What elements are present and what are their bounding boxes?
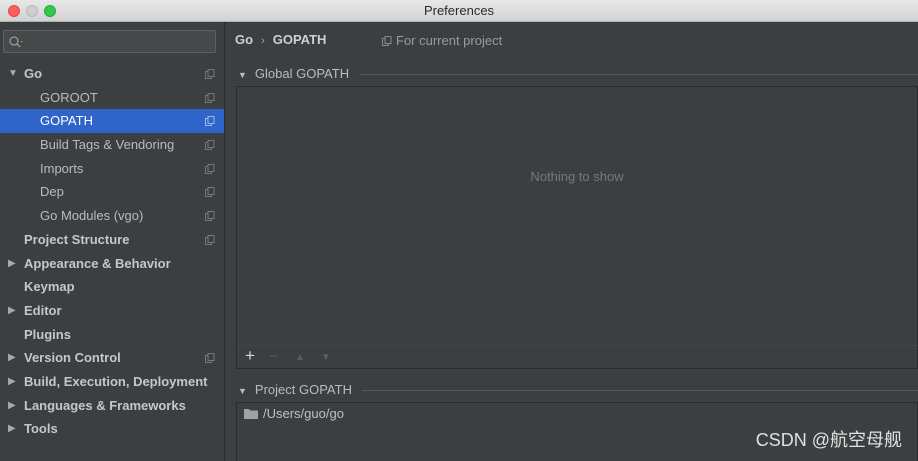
- gopath-entry[interactable]: /Users/guo/go: [244, 406, 344, 421]
- tree-item-label: Go: [24, 66, 43, 81]
- tree-item-editor[interactable]: ▶ Editor: [0, 299, 224, 323]
- empty-state-text: Nothing to show: [530, 169, 624, 184]
- tree-item-label: Plugins: [24, 326, 71, 342]
- tree-item-goroot[interactable]: GOROOT: [0, 86, 224, 110]
- tree-item-label: Go Modules (vgo): [40, 208, 144, 224]
- tree-item-label: Appearance & Behavior: [24, 255, 171, 271]
- global-gopath-header[interactable]: ▼ Global GOPATH: [238, 66, 349, 84]
- project-scope-icon: [205, 211, 215, 222]
- tree-item-keymap[interactable]: Keymap: [0, 275, 224, 299]
- section-divider: [362, 390, 918, 391]
- global-gopath-list[interactable]: Nothing to show: [236, 86, 918, 346]
- project-scope-icon: [205, 69, 215, 79]
- tree-item-appearance[interactable]: ▶ Appearance & Behavior: [0, 252, 224, 276]
- expanded-arrow-icon[interactable]: ▼: [238, 386, 247, 396]
- move-down-icon[interactable]: ▼: [321, 352, 331, 363]
- project-scope-icon: [205, 163, 215, 174]
- tree-item-gopath[interactable]: GOPATH: [0, 109, 224, 134]
- tree-item-label: Build Tags & Vendoring: [40, 137, 175, 153]
- expanded-arrow-icon[interactable]: ▼: [8, 62, 18, 86]
- folder-icon: [244, 409, 258, 419]
- scope-note: For current project: [382, 33, 502, 48]
- search-input[interactable]: [3, 30, 216, 53]
- collapsed-arrow-icon[interactable]: ▶: [8, 370, 16, 394]
- gopath-toolbar: + − ▲ ▼: [236, 345, 918, 369]
- breadcrumb-parent[interactable]: Go: [235, 32, 253, 47]
- window-title: Preferences: [423, 3, 495, 18]
- breadcrumb: Go › GOPATH: [235, 32, 326, 47]
- settings-content: Go › GOPATH For current project ▼ Global GO…: [226, 22, 918, 461]
- tree-item-label: Keymap: [24, 279, 75, 295]
- settings-tree: ▼ Go GOROOT GOPATH Build Tags & Vendorin…: [0, 62, 224, 441]
- project-scope-icon: [205, 234, 215, 245]
- tree-item-label: Editor: [24, 302, 62, 318]
- settings-sidebar: ▼ Go GOROOT GOPATH Build Tags & Vendorin…: [0, 22, 225, 461]
- collapsed-arrow-icon[interactable]: ▶: [8, 252, 16, 276]
- watermark: CSDN @航空母舰: [755, 430, 902, 450]
- remove-icon[interactable]: −: [269, 348, 278, 365]
- tree-item-label: GOROOT: [40, 89, 98, 105]
- tree-item-label: Languages & Frameworks: [24, 397, 186, 413]
- scope-label: For current project: [396, 33, 503, 48]
- tree-item-imports[interactable]: Imports: [0, 157, 224, 181]
- move-up-icon[interactable]: ▲: [295, 352, 305, 363]
- expanded-arrow-icon[interactable]: ▼: [238, 70, 247, 80]
- tree-item-dep[interactable]: Dep: [0, 180, 224, 204]
- collapsed-arrow-icon[interactable]: ▶: [8, 346, 16, 370]
- add-icon[interactable]: +: [245, 346, 255, 366]
- gopath-entry-label: /Users/guo/go: [263, 406, 344, 421]
- project-scope-icon: [205, 353, 215, 364]
- project-scope-icon: [205, 92, 215, 103]
- tree-item-languages[interactable]: ▶ Languages & Frameworks: [0, 394, 224, 418]
- tree-item-project-structure[interactable]: Project Structure: [0, 228, 224, 252]
- tree-item-tools[interactable]: ▶ Tools: [0, 417, 224, 441]
- project-scope-icon: [205, 187, 215, 198]
- collapsed-arrow-icon[interactable]: ▶: [8, 417, 16, 441]
- tree-item-label: Dep: [40, 184, 64, 200]
- project-scope-icon: [205, 116, 215, 127]
- section-title: Global GOPATH: [254, 66, 350, 81]
- tree-item-go[interactable]: ▼ Go: [0, 62, 224, 86]
- title-bar: Preferences: [0, 0, 918, 22]
- project-scope-icon: [205, 140, 215, 151]
- breadcrumb-current: GOPATH: [272, 32, 327, 47]
- breadcrumb-separator-icon: ›: [261, 35, 265, 47]
- tree-item-build-tags[interactable]: Build Tags & Vendoring: [0, 133, 224, 157]
- search-icon: [9, 36, 23, 48]
- collapsed-arrow-icon[interactable]: ▶: [8, 299, 16, 323]
- section-title: Project GOPATH: [254, 382, 352, 397]
- tree-item-go-modules[interactable]: Go Modules (vgo): [0, 204, 224, 228]
- tree-item-label: Imports: [40, 160, 84, 176]
- project-scope-icon: [382, 36, 392, 46]
- tree-item-label: GOPATH: [40, 113, 93, 129]
- tree-item-label: Tools: [24, 421, 58, 437]
- tree-item-label: Build, Execution, Deployment: [24, 373, 208, 389]
- tree-item-label: Version Control: [24, 350, 121, 366]
- section-divider: [360, 74, 918, 75]
- tree-item-plugins[interactable]: Plugins: [0, 323, 224, 347]
- tree-item-build-execution[interactable]: ▶ Build, Execution, Deployment: [0, 370, 224, 394]
- project-gopath-header[interactable]: ▼ Project GOPATH: [238, 382, 352, 400]
- collapsed-arrow-icon[interactable]: ▶: [8, 394, 16, 418]
- tree-item-version-control[interactable]: ▶ Version Control: [0, 346, 224, 370]
- tree-item-label: Project Structure: [24, 231, 130, 247]
